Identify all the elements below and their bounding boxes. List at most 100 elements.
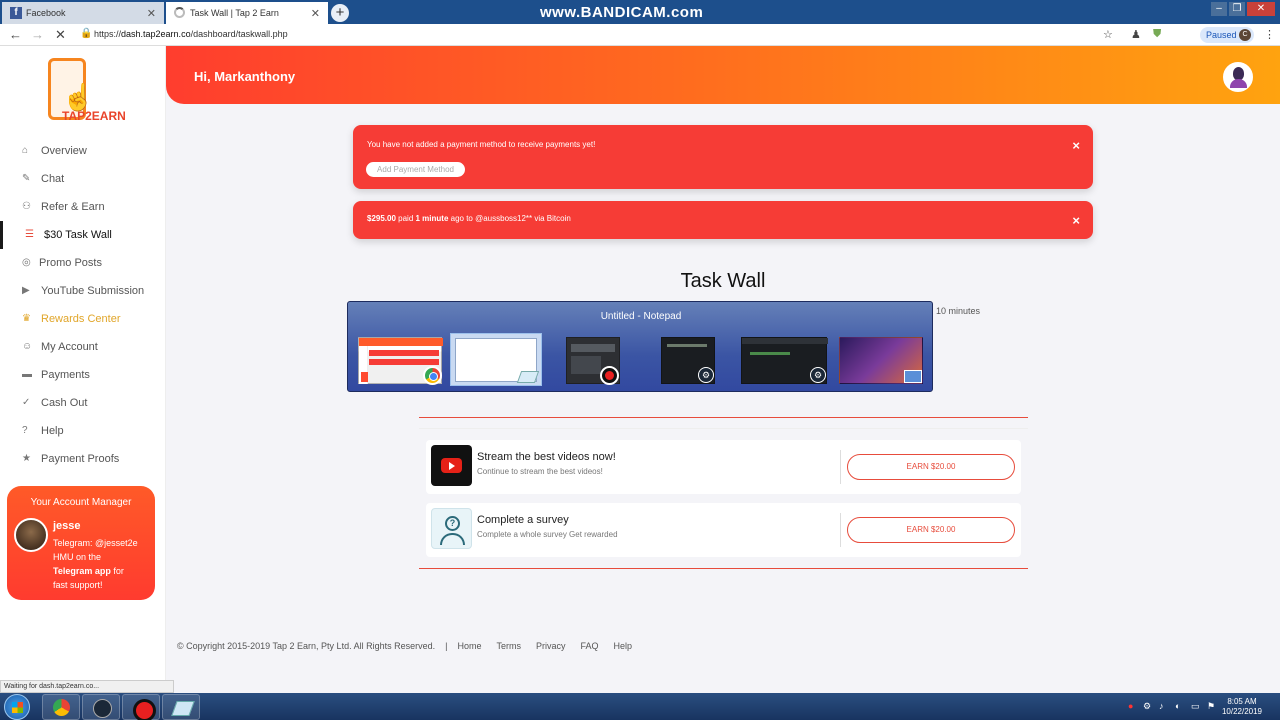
tray-steam-icon[interactable]: ⚙ [1143,701,1151,712]
sidebar: ☝ TAP2EARN ⌂ Overview ✎ Chat ⚇ Refer & Earn… [0,46,166,693]
sidebar-item-payments[interactable]: ▬ Payments [0,361,166,389]
sidebar-item-label: Promo Posts [39,257,102,269]
sidebar-item-cash-out[interactable]: ✓ Cash Out [0,389,166,417]
taskbar-steam-icon[interactable] [82,694,120,720]
question-mark-icon: ? [445,516,460,531]
youtube-logo [431,445,472,486]
taskbar-notepad-icon[interactable] [162,694,200,720]
sidebar-item-rewards-center[interactable]: ♛ Rewards Center [0,305,166,333]
stop-loading-icon[interactable]: ✕ [55,27,66,43]
divider [419,428,1028,429]
add-payment-method-button[interactable]: Add Payment Method [366,162,465,177]
sidebar-item-label: Help [41,425,64,437]
sidebar-item-youtube-submission[interactable]: ▶ YouTube Submission [0,277,166,305]
alert-text: ago to @aussboss12** via Bitcoin [448,214,571,223]
tray-flag-icon[interactable]: ⚑ [1207,701,1215,712]
payout-notification-alert: $295.00 paid 1 minute ago to @aussboss12… [353,201,1093,239]
youtube-play-icon [441,458,462,473]
close-window-icon[interactable]: ✕ [1247,2,1275,16]
manager-line-rest: for [110,566,124,576]
user-avatar[interactable] [1223,62,1253,92]
url-path: /dashboard/taskwall.php [190,29,288,39]
tray-network-icon[interactable]: ◐ [1175,701,1180,711]
bookmark-star-icon[interactable]: ☆ [1103,28,1113,41]
footer-link-privacy[interactable]: Privacy [536,641,566,651]
steam-icon: ⚙ [698,367,714,383]
survey-person-icon: ? [431,508,472,549]
footer-link-terms[interactable]: Terms [496,641,521,651]
footer-link-home[interactable]: Home [457,641,481,651]
clock-date: 10/22/2019 [1221,707,1263,716]
check-circle-icon: ✓ [22,397,31,408]
sidebar-item-task-wall[interactable]: ☰ $30 Task Wall [0,221,166,249]
taskbar-chrome-icon[interactable] [42,694,80,720]
taskbar-clock[interactable]: 8:05 AM 10/22/2019 [1220,697,1264,717]
sidebar-item-help[interactable]: ? Help [0,417,166,445]
tray-display-icon[interactable]: ▭ [1191,701,1200,712]
close-icon[interactable]: × [1072,213,1080,228]
sidebar-item-overview[interactable]: ⌂ Overview [0,137,166,165]
earn-button[interactable]: EARN $20.00 [847,517,1015,543]
alert-text: paid [395,214,416,223]
close-tab-icon[interactable]: ✕ [147,7,156,20]
shield-extension-icon[interactable]: ⛊ [1153,28,1161,41]
new-tab-button[interactable]: + [331,4,349,22]
tray-record-icon[interactable]: ● [1128,701,1133,711]
manager-line: fast support! [53,580,103,590]
back-icon[interactable]: ← [9,27,22,42]
minimize-icon[interactable]: – [1211,2,1227,16]
browser-tab-bar: f Facebook ✕ Task Wall | Tap 2 Earn ✕ + … [0,0,1280,24]
divider [840,450,841,484]
earn-button[interactable]: EARN $20.00 [847,454,1015,480]
tab-task-wall[interactable]: Task Wall | Tap 2 Earn ✕ [166,2,328,24]
manager-name: jesse [53,520,81,532]
footer-link-help[interactable]: Help [614,641,633,651]
close-icon[interactable]: × [1072,138,1080,153]
thumb-header [359,338,443,346]
payment-method-alert: You have not added a payment method to r… [353,125,1093,189]
account-manager-title: Your Account Manager [30,497,132,508]
close-tab-icon[interactable]: ✕ [311,7,320,20]
tray-volume-icon[interactable]: ♪ [1159,701,1164,711]
desktop-icon [904,370,922,383]
task-card: Stream the best videos now! Continue to … [426,440,1021,494]
sidebar-item-label: YouTube Submission [41,285,145,297]
taskbar-bandicam-icon[interactable] [122,694,160,720]
profile-paused-button[interactable]: Paused C [1200,27,1254,43]
start-button[interactable] [4,694,30,720]
list-icon: ☰ [25,229,34,240]
restore-icon[interactable]: ❐ [1229,2,1245,16]
windows-taskbar: ● ⚙ ♪ ◐ ▭ ⚑ 8:05 AM 10/22/2019 [0,693,1280,720]
bandicam-watermark: www.BANDICAM.com [540,4,704,21]
page-title: Task Wall [680,270,766,292]
profile-avatar: C [1239,29,1251,41]
thumb-panel [571,356,601,374]
sidebar-item-refer-earn[interactable]: ⚇ Refer & Earn [0,193,166,221]
divider [840,513,841,547]
star-icon: ★ [22,453,31,464]
menu-kebab-icon[interactable]: ⋮ [1264,28,1275,41]
sidebar-item-payment-proofs[interactable]: ★ Payment Proofs [0,445,166,473]
person-body [440,533,465,545]
sidebar-item-label: My Account [41,341,98,353]
footer-link-faq[interactable]: FAQ [580,641,598,651]
address-bar: ← → ✕ 🔒 https://dash.tap2earn.co/dashboa… [0,24,1280,46]
record-icon [600,366,619,385]
paused-label: Paused [1206,30,1237,40]
account-manager-card: Your Account Manager jesse Telegram: @je… [7,486,155,600]
browser-status-bar: Waiting for dash.tap2earn.co... [0,680,174,693]
forward-icon[interactable]: → [31,27,44,42]
url-input[interactable]: https://dash.tap2earn.co/dashboard/taskw… [94,29,288,39]
sidebar-item-promo-posts[interactable]: ◎ Promo Posts [0,249,166,277]
sidebar-item-label: Refer & Earn [41,201,105,213]
footer: © Copyright 2015-2019 Tap 2 Earn, Pty Lt… [177,641,647,651]
sidebar-item-label: Overview [41,145,87,157]
card-icon: ▬ [22,369,32,380]
sidebar-item-my-account[interactable]: ☺ My Account [0,333,166,361]
sidebar-item-label: Cash Out [41,397,88,409]
thumb-panel [571,344,615,352]
sidebar-item-chat[interactable]: ✎ Chat [0,165,166,193]
tab-facebook[interactable]: f Facebook ✕ [2,2,164,24]
window-switcher-overlay: Untitled - Notepad ⚙ ⚙ [347,301,933,392]
extension-icon[interactable]: ♟ [1131,28,1141,41]
